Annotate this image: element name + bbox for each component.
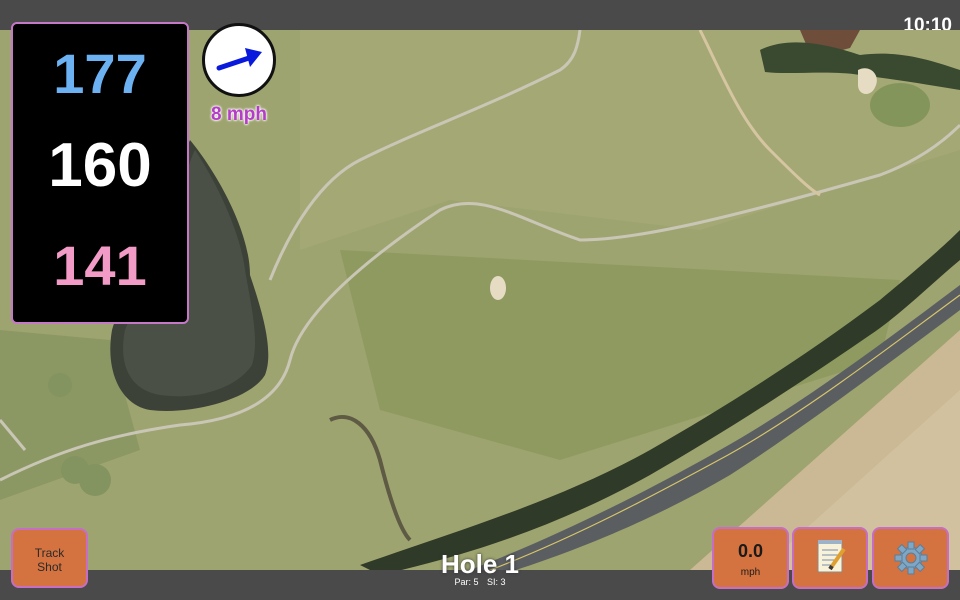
back-distance: 177: [53, 42, 147, 105]
hole-stroke-index: SI: 3: [487, 577, 506, 587]
gear-icon: [894, 541, 928, 575]
settings-button[interactable]: [872, 527, 949, 589]
notes-button[interactable]: [792, 527, 868, 589]
notepad-icon: [817, 540, 846, 573]
speed-button[interactable]: 0.0 mph: [712, 527, 789, 589]
speed-unit: mph: [740, 567, 761, 578]
hole-title: Hole 1: [440, 549, 520, 579]
wind-speed-label: 8 mph: [211, 104, 267, 125]
yardage-panel: 177 160 141: [11, 22, 189, 324]
wind-indicator: [202, 23, 276, 97]
front-distance: 141: [53, 234, 147, 297]
middle-distance: 160: [48, 131, 152, 200]
track-shot-button[interactable]: Track Shot: [11, 528, 88, 588]
speed-value: 0.0: [737, 541, 764, 561]
track-shot-label-line1: Track: [34, 546, 65, 560]
wind-arrow-icon: [216, 48, 262, 71]
hole-details: Par: 5 SI: 3: [380, 577, 580, 587]
track-shot-label-line2: Shot: [37, 560, 62, 574]
hole-par: Par: 5: [454, 577, 479, 587]
